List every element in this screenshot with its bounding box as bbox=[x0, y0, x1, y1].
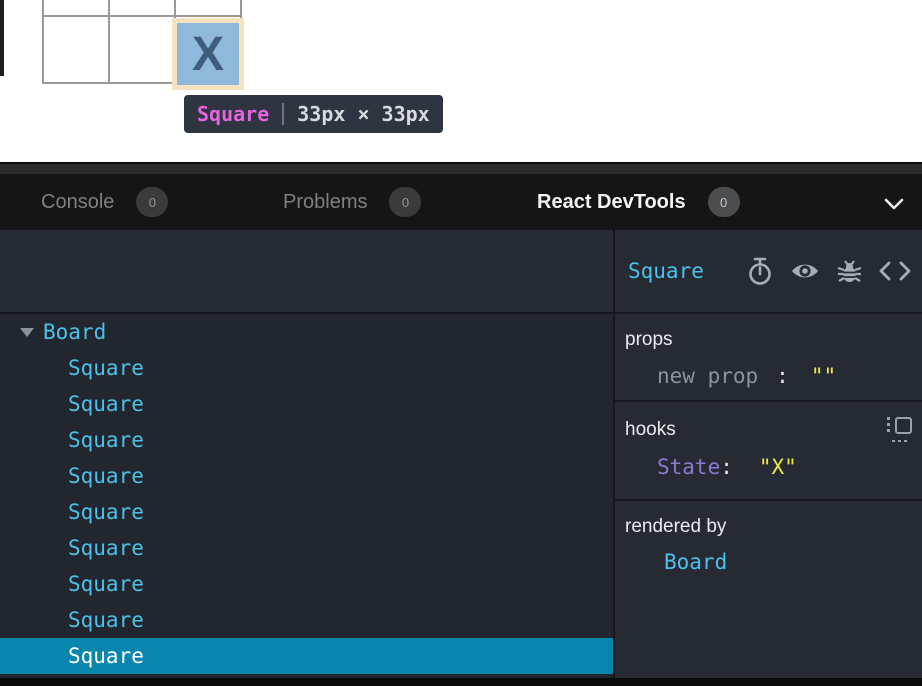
tab-console[interactable]: Console 0 bbox=[41, 174, 168, 230]
panel-gap-strip bbox=[0, 162, 922, 174]
tree-item-label: Square bbox=[68, 500, 144, 524]
hook-value[interactable]: "X" bbox=[759, 455, 797, 479]
prop-name[interactable]: new prop bbox=[657, 364, 758, 388]
prop-colon: : bbox=[776, 364, 789, 388]
rendered-by-owner-board[interactable]: Board bbox=[615, 550, 922, 574]
tree-item-square-6[interactable]: Square bbox=[0, 530, 613, 566]
chevron-down-icon[interactable] bbox=[884, 197, 904, 215]
tab-problems-label: Problems bbox=[283, 191, 367, 214]
stopwatch-icon[interactable] bbox=[746, 256, 774, 286]
tree-item-label: Square bbox=[68, 356, 144, 380]
tooltip-component-name: Square bbox=[197, 102, 269, 126]
tree-item-label: Square bbox=[68, 536, 144, 560]
grid-line bbox=[42, 0, 44, 84]
tree-item-label: Board bbox=[43, 320, 106, 344]
state-hook-row[interactable]: State : "X" bbox=[615, 455, 922, 479]
tree-item-square-9-selected[interactable]: Square bbox=[0, 638, 613, 674]
eye-icon[interactable] bbox=[789, 260, 821, 282]
tab-console-label: Console bbox=[41, 191, 114, 214]
tab-react-devtools[interactable]: React DevTools 0 bbox=[537, 174, 740, 230]
hook-name: State bbox=[657, 455, 720, 479]
window-bottom-edge bbox=[0, 678, 922, 686]
inspected-element-panel: props new prop : "" hooks State : "X" bbox=[615, 314, 922, 678]
tab-problems[interactable]: Problems 0 bbox=[283, 174, 421, 230]
tree-item-label: Square bbox=[68, 428, 144, 452]
tree-item-square-1[interactable]: Square bbox=[0, 350, 613, 386]
collapse-triangle-icon[interactable] bbox=[20, 328, 34, 337]
tab-problems-badge: 0 bbox=[389, 187, 421, 217]
tab-react-devtools-label: React DevTools bbox=[537, 191, 686, 214]
hooks-title: hooks bbox=[625, 419, 676, 441]
props-title: props bbox=[625, 329, 673, 351]
tree-item-label: Square bbox=[68, 608, 144, 632]
tab-react-devtools-badge: 0 bbox=[708, 187, 740, 217]
tree-item-square-4[interactable]: Square bbox=[0, 458, 613, 494]
hooks-section: hooks State : "X" bbox=[615, 402, 922, 501]
tree-item-label: Square bbox=[68, 464, 144, 488]
bug-icon[interactable] bbox=[836, 257, 863, 285]
grid-line bbox=[42, 15, 242, 17]
tab-console-badge: 0 bbox=[136, 187, 168, 217]
tree-item-square-7[interactable]: Square bbox=[0, 566, 613, 602]
hook-colon: : bbox=[720, 455, 733, 479]
tree-item-square-5[interactable]: Square bbox=[0, 494, 613, 530]
new-prop-row[interactable]: new prop : "" bbox=[615, 364, 922, 388]
tree-item-label: Square bbox=[68, 644, 144, 668]
rendered-by-section: rendered by Board bbox=[615, 501, 922, 676]
selected-component-name: Square bbox=[628, 259, 746, 283]
tree-item-label: Square bbox=[68, 572, 144, 596]
parse-hook-names-icon[interactable] bbox=[887, 417, 912, 442]
grid-line bbox=[108, 0, 110, 84]
tree-item-square-2[interactable]: Square bbox=[0, 386, 613, 422]
tooltip-divider bbox=[282, 103, 284, 125]
tree-item-square-8[interactable]: Square bbox=[0, 602, 613, 638]
component-tree: Board Square Square Square Square Square… bbox=[0, 314, 613, 678]
view-source-icon[interactable] bbox=[878, 260, 912, 282]
board-square-x[interactable]: X bbox=[177, 23, 239, 85]
tree-item-board[interactable]: Board bbox=[0, 314, 613, 350]
inspector-header: Square bbox=[615, 230, 922, 312]
element-size-tooltip: Square 33px × 33px bbox=[184, 95, 443, 133]
tree-item-square-3[interactable]: Square bbox=[0, 422, 613, 458]
prop-value[interactable]: "" bbox=[811, 364, 836, 388]
window-edge bbox=[0, 0, 4, 76]
devtools-tab-bar: Console 0 Problems 0 React DevTools 0 bbox=[0, 174, 922, 230]
rendered-by-title: rendered by bbox=[625, 516, 726, 538]
tree-item-label: Square bbox=[68, 392, 144, 416]
devtools-window: X Square 33px × 33px Console 0 Problems … bbox=[0, 0, 922, 686]
tooltip-dimensions: 33px × 33px bbox=[297, 102, 429, 126]
props-section: props new prop : "" bbox=[615, 314, 922, 402]
